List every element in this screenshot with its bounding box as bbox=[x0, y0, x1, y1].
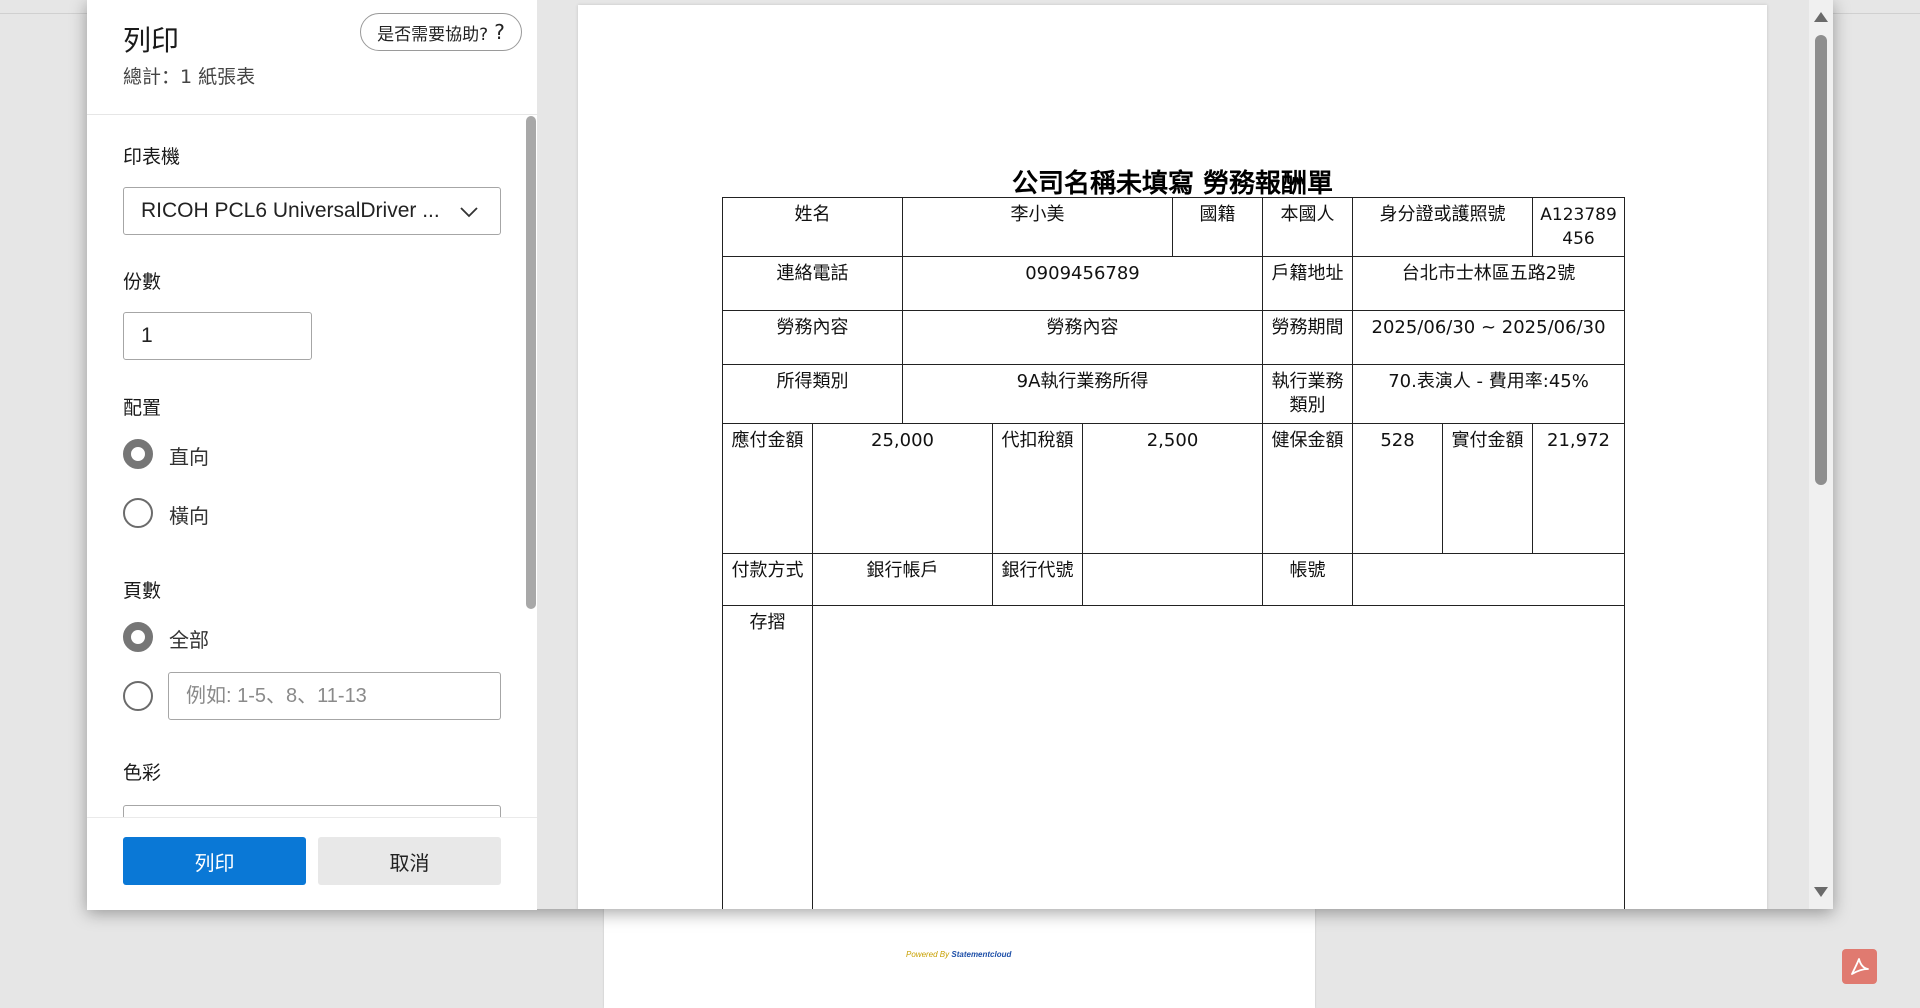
phone-label: 連絡電話 bbox=[722, 256, 903, 311]
copies-input[interactable]: 1 bbox=[123, 312, 312, 360]
document-title: 公司名稱未填寫 勞務報酬單 bbox=[1011, 169, 1334, 199]
pdf-icon[interactable] bbox=[1842, 949, 1877, 984]
nationality-label: 國籍 bbox=[1172, 197, 1264, 257]
bank-code-value bbox=[1081, 553, 1264, 606]
dialog-title: 列印 bbox=[123, 24, 180, 57]
stub-label: 存摺 bbox=[722, 605, 813, 909]
layout-label: 配置 bbox=[123, 397, 162, 419]
print-dialog-header: 列印 總計：1 紙張表 是否需要協助? ? bbox=[87, 0, 537, 115]
preview-page: 公司名稱未填寫 勞務報酬單 姓名 李小美 國籍 本國人 身分證或護照號 A123… bbox=[578, 5, 1767, 909]
dialog-footer: 列印 取消 bbox=[87, 817, 537, 910]
printer-select[interactable]: RICOH PCL6 UniversalDriver ... bbox=[123, 187, 501, 235]
net-value: 21,972 bbox=[1532, 423, 1626, 554]
pages-label: 頁數 bbox=[123, 580, 162, 602]
help-button[interactable]: 是否需要協助? ? bbox=[360, 13, 522, 51]
nationality-value: 本國人 bbox=[1262, 197, 1354, 257]
name-label: 姓名 bbox=[722, 197, 903, 257]
scroll-up-icon[interactable] bbox=[1814, 12, 1828, 22]
landscape-label: 橫向 bbox=[169, 504, 209, 528]
table-row: 存摺 bbox=[722, 605, 1626, 909]
stub-area bbox=[811, 605, 1626, 909]
radio-landscape[interactable] bbox=[123, 498, 153, 528]
id-value: A123789456 bbox=[1532, 197, 1626, 257]
health-value: 528 bbox=[1352, 423, 1444, 554]
table-row: 姓名 李小美 國籍 本國人 身分證或護照號 A123789456 bbox=[722, 197, 1626, 257]
print-dialog: 列印 總計：1 紙張表 是否需要協助? ? 印表機 RICOH PCL6 Uni… bbox=[87, 0, 1833, 910]
radio-page-range[interactable] bbox=[123, 681, 153, 711]
payable-value: 25,000 bbox=[812, 423, 993, 554]
color-select[interactable] bbox=[123, 805, 501, 817]
print-button[interactable]: 列印 bbox=[123, 837, 306, 885]
settings-scroll-area[interactable]: 印表機 RICOH PCL6 UniversalDriver ... 份數 1 … bbox=[87, 115, 537, 817]
health-label: 健保金額 bbox=[1262, 423, 1354, 554]
address-label: 戶籍地址 bbox=[1262, 256, 1354, 311]
scroll-thumb[interactable] bbox=[1815, 35, 1827, 485]
color-label: 色彩 bbox=[123, 762, 162, 784]
question-icon: ? bbox=[494, 20, 505, 44]
settings-scrollbar[interactable] bbox=[526, 116, 536, 609]
content-value: 勞務內容 bbox=[901, 310, 1264, 365]
net-label: 實付金額 bbox=[1442, 423, 1534, 554]
all-pages-label: 全部 bbox=[169, 628, 209, 652]
portrait-label: 直向 bbox=[169, 445, 209, 469]
copies-label: 份數 bbox=[123, 271, 162, 293]
scroll-down-icon[interactable] bbox=[1814, 887, 1828, 897]
table-row: 所得類別 9A執行業務所得 執行業務類別 70.表演人 - 費用率:45% bbox=[722, 364, 1626, 424]
chevron-down-icon bbox=[460, 207, 478, 218]
address-value: 台北市士林區五路2號 bbox=[1352, 256, 1626, 311]
table-row: 連絡電話 0909456789 戶籍地址 台北市士林區五路2號 bbox=[722, 256, 1626, 311]
income-type-label: 所得類別 bbox=[722, 364, 903, 424]
cancel-button[interactable]: 取消 bbox=[318, 837, 501, 885]
content-label: 勞務內容 bbox=[722, 310, 903, 365]
table-row: 付款方式 銀行帳戶 銀行代號 帳號 bbox=[722, 553, 1626, 606]
payable-label: 應付金額 bbox=[722, 423, 813, 554]
radio-portrait[interactable] bbox=[123, 439, 153, 469]
print-settings-panel: 列印 總計：1 紙張表 是否需要協助? ? 印表機 RICOH PCL6 Uni… bbox=[87, 0, 537, 910]
income-type-value: 9A執行業務所得 bbox=[901, 364, 1264, 424]
payment-method-value: 銀行帳戶 bbox=[812, 553, 993, 606]
help-label: 是否需要協助? bbox=[377, 24, 489, 45]
remuneration-table: 姓名 李小美 國籍 本國人 身分證或護照號 A123789456 連絡電話 09… bbox=[722, 197, 1626, 909]
period-value: 2025/06/30 ~ 2025/06/30 bbox=[1352, 310, 1626, 365]
withholding-label: 代扣稅額 bbox=[992, 423, 1083, 554]
account-label: 帳號 bbox=[1262, 553, 1354, 606]
table-row: 應付金額 25,000 代扣稅額 2,500 健保金額 528 實付金額 21,… bbox=[722, 423, 1626, 554]
account-value bbox=[1352, 553, 1626, 606]
radio-all-pages[interactable] bbox=[123, 622, 153, 652]
print-preview[interactable]: 公司名稱未填寫 勞務報酬單 姓名 李小美 國籍 本國人 身分證或護照號 A123… bbox=[537, 0, 1833, 909]
name-value: 李小美 bbox=[901, 197, 1174, 257]
withholding-value: 2,500 bbox=[1081, 423, 1264, 554]
id-label: 身分證或護照號 bbox=[1352, 197, 1534, 257]
page-range-input[interactable]: 例如: 1-5、8、11-13 bbox=[168, 672, 501, 720]
payment-method-label: 付款方式 bbox=[722, 553, 813, 606]
sheet-count: 總計：1 紙張表 bbox=[123, 66, 256, 88]
printer-selected: RICOH PCL6 UniversalDriver ... bbox=[141, 199, 440, 222]
business-type-label: 執行業務類別 bbox=[1262, 364, 1354, 424]
phone-value: 0909456789 bbox=[901, 256, 1264, 311]
table-row: 勞務內容 勞務內容 勞務期間 2025/06/30 ~ 2025/06/30 bbox=[722, 310, 1626, 365]
printer-label: 印表機 bbox=[123, 146, 181, 168]
business-type-value: 70.表演人 - 費用率:45% bbox=[1352, 364, 1626, 424]
period-label: 勞務期間 bbox=[1262, 310, 1354, 365]
preview-scrollbar[interactable] bbox=[1809, 0, 1833, 909]
acrobat-logo-icon bbox=[1850, 957, 1869, 975]
bank-code-label: 銀行代號 bbox=[992, 553, 1083, 606]
powered-by-footer: Powered By Statementcloud bbox=[906, 950, 1012, 959]
